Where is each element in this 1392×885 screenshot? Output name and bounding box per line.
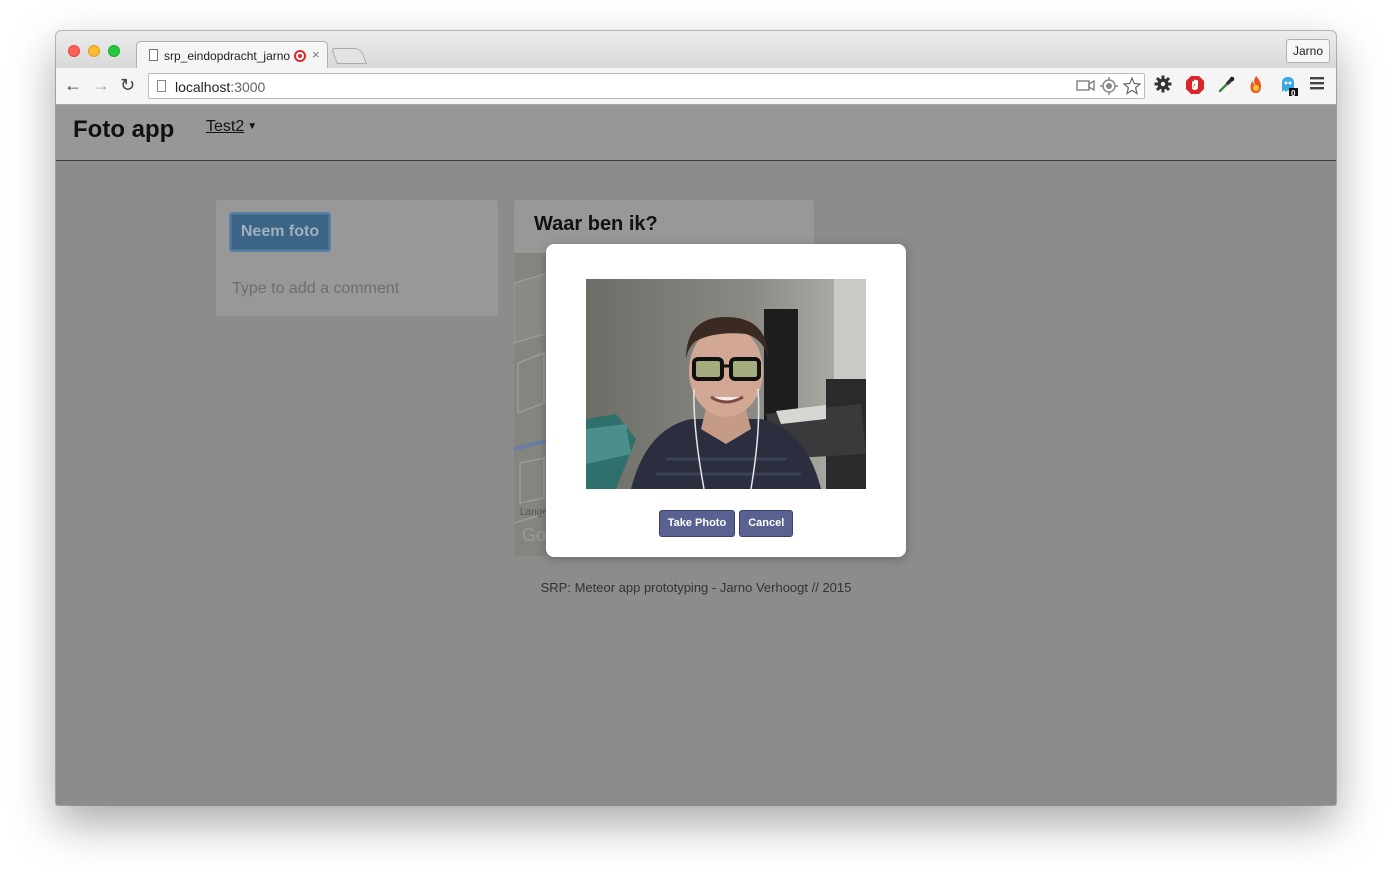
tab-close-icon[interactable]: × — [312, 47, 320, 62]
eyedropper-icon[interactable] — [1218, 75, 1236, 99]
tab-strip: srp_eindopdracht_jarno × Jarno — [56, 31, 1336, 69]
menu-icon[interactable] — [1310, 75, 1324, 97]
cancel-button[interactable]: Cancel — [739, 510, 794, 537]
back-icon[interactable]: ← — [64, 74, 82, 96]
url-port: :3000 — [230, 79, 266, 95]
take-photo-modal-button[interactable]: Take Photo — [658, 510, 736, 537]
chevron-down-icon: ▼ — [247, 121, 258, 132]
location-title: Waar ben ik? — [534, 213, 658, 235]
page-content: Foto app Test2 ▼ Neem foto Type to add a … — [56, 105, 1336, 805]
fire-extension-icon[interactable] — [1247, 75, 1265, 101]
reload-icon[interactable]: ↻ — [120, 74, 135, 96]
ghostery-icon[interactable]: 0 — [1279, 75, 1299, 103]
user-menu-dropdown[interactable]: Test2 ▼ — [206, 118, 257, 136]
user-menu-label: Test2 — [206, 118, 245, 135]
close-window-button[interactable] — [68, 45, 80, 57]
browser-tab[interactable]: srp_eindopdracht_jarno × — [136, 41, 328, 69]
map-street-label: Lange — [520, 507, 548, 518]
google-logo: Go — [522, 525, 547, 545]
forward-icon[interactable]: → — [92, 74, 110, 96]
page-footer: SRP: Meteor app prototyping - Jarno Verh… — [540, 580, 852, 595]
take-photo-button[interactable]: Neem foto — [229, 212, 331, 252]
browser-toolbar: ← → ↻ localhost:3000 0 — [56, 68, 1336, 105]
app-navbar: Foto app Test2 ▼ — [56, 105, 1336, 161]
minimize-window-button[interactable] — [88, 45, 100, 57]
browser-window: srp_eindopdracht_jarno × Jarno ← → ↻ loc… — [56, 31, 1336, 805]
photo-card: Neem foto Type to add a comment — [216, 200, 498, 316]
new-tab-button[interactable] — [331, 48, 367, 64]
location-icon[interactable] — [1100, 77, 1118, 100]
profile-button[interactable]: Jarno — [1286, 39, 1330, 63]
page-icon — [149, 49, 158, 61]
adblock-icon[interactable] — [1185, 75, 1205, 101]
zoom-window-button[interactable] — [108, 45, 120, 57]
recording-icon — [294, 50, 306, 62]
tab-title: srp_eindopdracht_jarno — [164, 49, 291, 63]
camera-preview — [586, 279, 866, 489]
modal-button-row: Take Photo Cancel — [546, 510, 906, 537]
page-icon — [157, 80, 166, 92]
ghostery-badge: 0 — [1291, 89, 1296, 98]
address-bar[interactable]: localhost:3000 — [148, 73, 1145, 99]
camera-icon[interactable] — [1076, 77, 1096, 98]
bookmark-star-icon[interactable] — [1122, 76, 1142, 100]
url-host: localhost — [175, 79, 231, 95]
settings-gear-icon[interactable] — [1154, 75, 1172, 99]
app-brand[interactable]: Foto app — [73, 116, 174, 144]
comment-input[interactable]: Type to add a comment — [232, 280, 399, 298]
camera-modal: Take Photo Cancel — [546, 244, 906, 557]
url-text[interactable]: localhost:3000 — [175, 79, 265, 95]
